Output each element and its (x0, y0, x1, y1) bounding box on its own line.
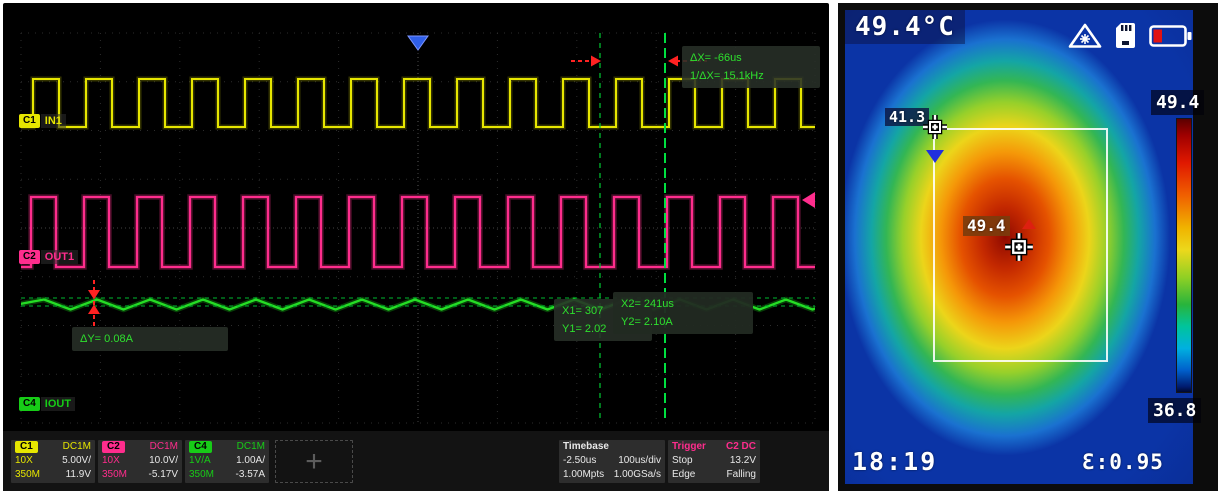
c2-row-coupling: C2 DC1M (98, 440, 182, 454)
c4-row-offset: 350M -3.57A (185, 468, 269, 482)
laser-warning-icon (1068, 23, 1102, 49)
c1-row-scale: 10X 5.00V/ (11, 454, 95, 468)
trigger-title: Trigger (672, 440, 706, 454)
delta-x-value: ΔX= -66us (690, 49, 812, 67)
waveform-c2 (16, 197, 829, 267)
c2-bandwidth: 350M (102, 468, 127, 482)
c2-row-scale: 10X 10.0V/ (98, 454, 182, 468)
channel-chip-c4: C4 (19, 397, 40, 411)
center-crosshair-icon (1004, 232, 1034, 262)
c2-probe: 10X (102, 454, 120, 468)
area-min-crosshair-icon (922, 114, 948, 140)
trigger-mode: Stop (672, 454, 693, 468)
c2-badge: C2 (102, 441, 125, 453)
scale-min-label: 36.8 (1148, 398, 1201, 423)
status-icons (1068, 22, 1192, 49)
timebase-delay: -2.50us (563, 454, 596, 468)
trigger-type: Edge (672, 468, 695, 482)
c1-row-offset: 350M 11.9V (11, 468, 95, 482)
c2-scale: 10.0V/ (149, 454, 178, 468)
dy-arrow-up-head (88, 305, 100, 315)
channel-chip-c2: C2 (19, 250, 40, 264)
waveforms (3, 79, 829, 310)
c4-coupling: DC1M (237, 440, 265, 454)
channel-chip-c1: C1 (19, 114, 40, 128)
max-temp-readout: 49.4°C (845, 10, 965, 44)
c2-row-offset: 350M -5.17V (98, 468, 182, 482)
c4-row-scale: 1V/A 1.00A/ (185, 454, 269, 468)
c2-coupling: DC1M (150, 440, 178, 454)
c1-coupling: DC1M (63, 440, 91, 454)
min-temp-arrow-icon (926, 150, 944, 163)
x2-value: X2= 241us (621, 295, 745, 313)
c1-bandwidth: 350M (15, 468, 40, 482)
timebase-title-row: Timebase (559, 440, 665, 454)
trigger-title-row: Trigger C2 DC (668, 440, 760, 454)
c1-badge: C1 (15, 441, 38, 453)
clock-readout: 18:19 (852, 447, 937, 476)
battery-low-icon (1149, 24, 1192, 48)
max-temp-arrow-icon (1022, 219, 1036, 229)
thermal-camera-screen: 49.4°C 49.4 (838, 3, 1218, 491)
scope-status-bar: C1 DC1M 10X 5.00V/ 350M 11.9V C2 DC1M 10… (3, 431, 829, 491)
add-channel-box[interactable]: + (275, 440, 353, 483)
trigger-slope-row: Edge Falling (668, 468, 760, 482)
trigger-level: 13.2V (730, 454, 756, 468)
timebase-samplerate: 1.00GSa/s (614, 468, 661, 482)
timebase-scale: 100us/div (618, 454, 661, 468)
trigger-source: C2 DC (726, 440, 756, 454)
sd-card-icon (1115, 22, 1136, 49)
c4-probe: 1V/A (189, 454, 211, 468)
trace-name-c1: IN1 (41, 114, 66, 128)
c4-badge: C4 (189, 441, 212, 453)
timebase-descriptor[interactable]: Timebase -2.50us 100us/div 1.00Mpts 1.00… (559, 440, 665, 483)
trigger-descriptor[interactable]: Trigger C2 DC Stop 13.2V Edge Falling (668, 440, 760, 483)
trace-label-c2[interactable]: C2 OUT1 (19, 250, 78, 264)
c4-row-coupling: C4 DC1M (185, 440, 269, 454)
c1-scale: 5.00V/ (62, 454, 91, 468)
thermal-image: 49.4°C 49.4 (845, 10, 1193, 484)
timebase-memory-row: 1.00Mpts 1.00GSa/s (559, 468, 665, 482)
c1-row-coupling: C1 DC1M (11, 440, 95, 454)
delta-y-readout: ΔY= 0.08A (72, 327, 228, 351)
trace-name-c4: IOUT (41, 397, 75, 411)
channel2-descriptor[interactable]: C2 DC1M 10X 10.0V/ 350M -5.17V (98, 440, 182, 483)
emissivity-readout: Ɛ:0.95 (1082, 450, 1164, 474)
trigger-level-marker (802, 192, 815, 208)
trace-label-c1[interactable]: C1 IN1 (19, 114, 66, 128)
channel4-descriptor[interactable]: C4 DC1M 1V/A 1.00A/ 350M -3.57A (185, 440, 269, 483)
plus-icon: + (305, 447, 323, 477)
c4-scale: 1.00A/ (236, 454, 265, 468)
channel1-descriptor[interactable]: C1 DC1M 10X 5.00V/ 350M 11.9V (11, 440, 95, 483)
c4-bandwidth: 350M (189, 468, 214, 482)
delta-y-value: ΔY= 0.08A (80, 330, 220, 348)
timebase-scale-row: -2.50us 100us/div (559, 454, 665, 468)
timebase-title: Timebase (563, 440, 609, 454)
c4-offset: -3.57A (236, 468, 265, 482)
oscilloscope-screen: C1 IN1 C2 OUT1 C4 IOUT ΔX= -66us 1/ΔX= 1… (3, 3, 829, 491)
y2-value: Y2= 2.10A (621, 313, 745, 331)
scale-max-label: 49.4 (1151, 90, 1204, 115)
trigger-slope: Falling (727, 468, 756, 482)
temperature-colorbar (1176, 118, 1192, 393)
trace-name-c2: OUT1 (41, 250, 78, 264)
trigger-position-indicator (408, 36, 428, 50)
delta-x-freq: 1/ΔX= 15.1kHz (690, 67, 812, 85)
trace-label-c4[interactable]: C4 IOUT (19, 397, 75, 411)
c1-probe: 10X (15, 454, 33, 468)
center-marker-label: 49.4 (963, 216, 1010, 236)
c1-offset: 11.9V (66, 468, 91, 482)
cursor2-readout: X2= 241us Y2= 2.10A (613, 292, 753, 334)
timebase-memory: 1.00Mpts (563, 468, 604, 482)
delta-x-readout: ΔX= -66us 1/ΔX= 15.1kHz (682, 46, 820, 88)
trigger-mode-row: Stop 13.2V (668, 454, 760, 468)
c2-offset: -5.17V (149, 468, 178, 482)
dx-arrow-right-head (668, 56, 678, 67)
